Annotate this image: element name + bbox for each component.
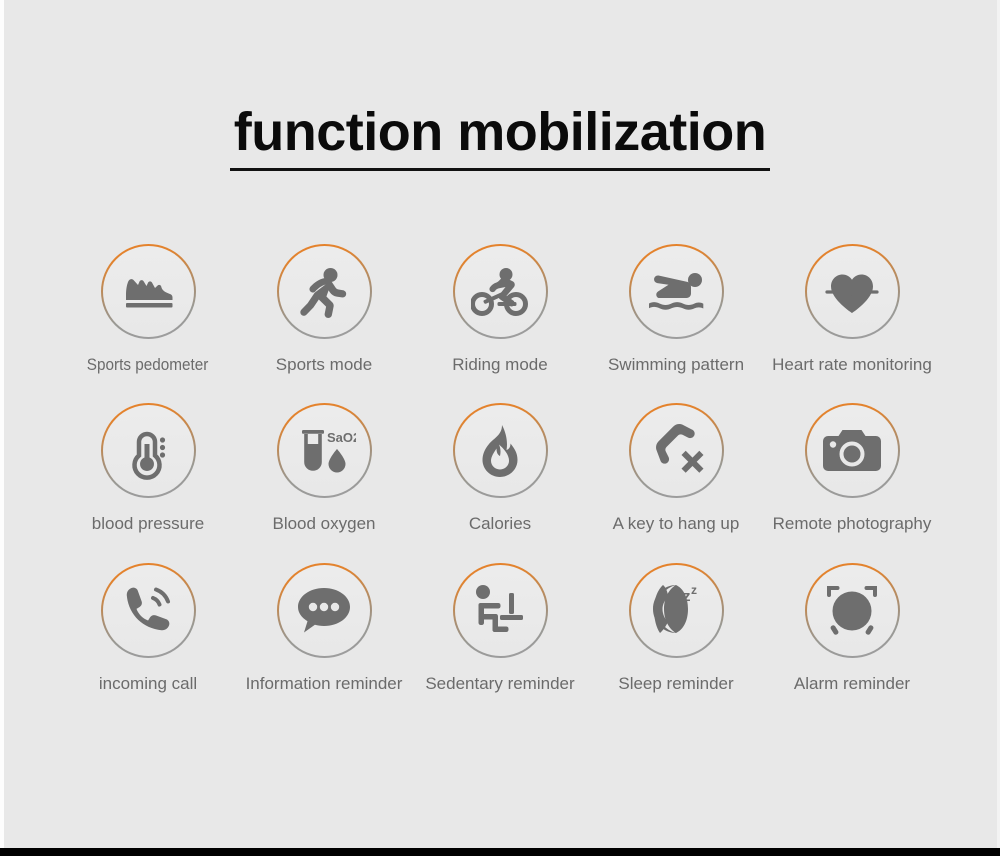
feature-icon-badge: SaO2 xyxy=(277,403,372,498)
feature-label: Sedentary reminder xyxy=(425,673,575,693)
feature-item-riding-mode[interactable]: Riding mode xyxy=(412,244,588,375)
feature-label: blood pressure xyxy=(91,514,205,534)
feature-label: Sleep reminder xyxy=(618,673,734,693)
feature-label: Riding mode xyxy=(452,355,548,374)
feature-item-alarm-reminder[interactable]: Alarm reminder xyxy=(764,563,940,694)
running-shoe-icon xyxy=(126,278,173,307)
feature-item-incoming-call[interactable]: incoming call xyxy=(60,563,236,694)
feature-row-3: incoming call Information reminder Seden… xyxy=(60,563,940,694)
bottom-black-bar xyxy=(0,848,1000,856)
feature-label: Remote photography xyxy=(772,514,932,534)
feature-icon-badge xyxy=(277,563,372,658)
feature-label: Calories xyxy=(468,514,532,534)
sao2-text: SaO2 xyxy=(327,430,356,445)
feature-icon-badge xyxy=(101,403,196,498)
feature-label: Sports pedometer xyxy=(87,355,209,374)
feature-item-calories[interactable]: Calories xyxy=(412,403,588,534)
alarm-clock-icon xyxy=(827,586,877,636)
feature-item-remote-photography[interactable]: Remote photography xyxy=(764,403,940,534)
z-letter-small: z xyxy=(691,583,697,597)
feature-grid: Sports pedometer Sports mode Riding mode… xyxy=(60,244,940,694)
feature-item-sports-mode[interactable]: Sports mode xyxy=(236,244,412,375)
z-letter-large: z xyxy=(683,588,691,605)
feature-icon-badge: z z xyxy=(629,563,724,658)
feature-label: A key to hang up xyxy=(612,514,740,534)
feature-row-1: Sports pedometer Sports mode Riding mode… xyxy=(60,244,940,375)
page-title: function mobilization xyxy=(229,104,771,171)
feature-item-sedentary-reminder[interactable]: Sedentary reminder xyxy=(412,563,588,694)
running-person-icon xyxy=(300,267,347,318)
feature-row-2: blood pressure SaO2 Blood oxygen xyxy=(60,403,940,534)
feature-label: Information reminder xyxy=(245,673,403,693)
feature-icon-badge xyxy=(805,403,900,498)
feature-item-sleep-reminder[interactable]: z z Sleep reminder xyxy=(588,563,764,694)
feature-item-blood-oxygen[interactable]: SaO2 Blood oxygen xyxy=(236,403,412,534)
feature-item-blood-pressure[interactable]: blood pressure xyxy=(60,403,236,534)
flame-icon xyxy=(482,424,518,477)
feature-label: Swimming pattern xyxy=(607,355,745,374)
feature-item-information-reminder[interactable]: Information reminder xyxy=(236,563,412,694)
phone-ringing-icon xyxy=(126,587,170,631)
speech-bubble-icon xyxy=(298,588,350,633)
seated-person-icon xyxy=(476,585,523,633)
feature-icon-badge xyxy=(453,244,548,339)
feature-label: Blood oxygen xyxy=(272,514,376,534)
feature-icon-badge xyxy=(101,244,196,339)
feature-icon-badge xyxy=(629,403,724,498)
moon-zzz-icon: z z xyxy=(653,583,697,634)
feature-label: incoming call xyxy=(98,673,198,693)
feature-icon-badge xyxy=(453,563,548,658)
swimmer-icon xyxy=(649,272,704,310)
feature-icon-badge xyxy=(453,403,548,498)
feature-item-heart-rate[interactable]: Heart rate monitoring xyxy=(764,244,940,375)
feature-icon-badge xyxy=(277,244,372,339)
feature-label: Alarm reminder xyxy=(793,673,911,693)
feature-icon-badge xyxy=(101,563,196,658)
test-tube-icon: SaO2 xyxy=(302,429,356,473)
feature-label: Sports mode xyxy=(275,355,373,374)
thermometer-icon xyxy=(132,431,166,480)
feature-label: Heart rate monitoring xyxy=(772,355,932,374)
heart-pulse-icon xyxy=(825,274,879,313)
cyclist-icon xyxy=(471,267,528,316)
feature-icon-badge xyxy=(805,244,900,339)
page-title-container: function mobilization xyxy=(0,104,1000,171)
feature-item-swimming-pattern[interactable]: Swimming pattern xyxy=(588,244,764,375)
camera-icon xyxy=(823,429,881,471)
feature-icon-badge xyxy=(629,244,724,339)
feature-item-sports-pedometer[interactable]: Sports pedometer xyxy=(60,244,236,375)
phone-hangup-icon xyxy=(656,423,704,473)
feature-icon-badge xyxy=(805,563,900,658)
feature-item-hang-up[interactable]: A key to hang up xyxy=(588,403,764,534)
promo-page: function mobilization Sports pedometer S… xyxy=(0,0,1000,856)
